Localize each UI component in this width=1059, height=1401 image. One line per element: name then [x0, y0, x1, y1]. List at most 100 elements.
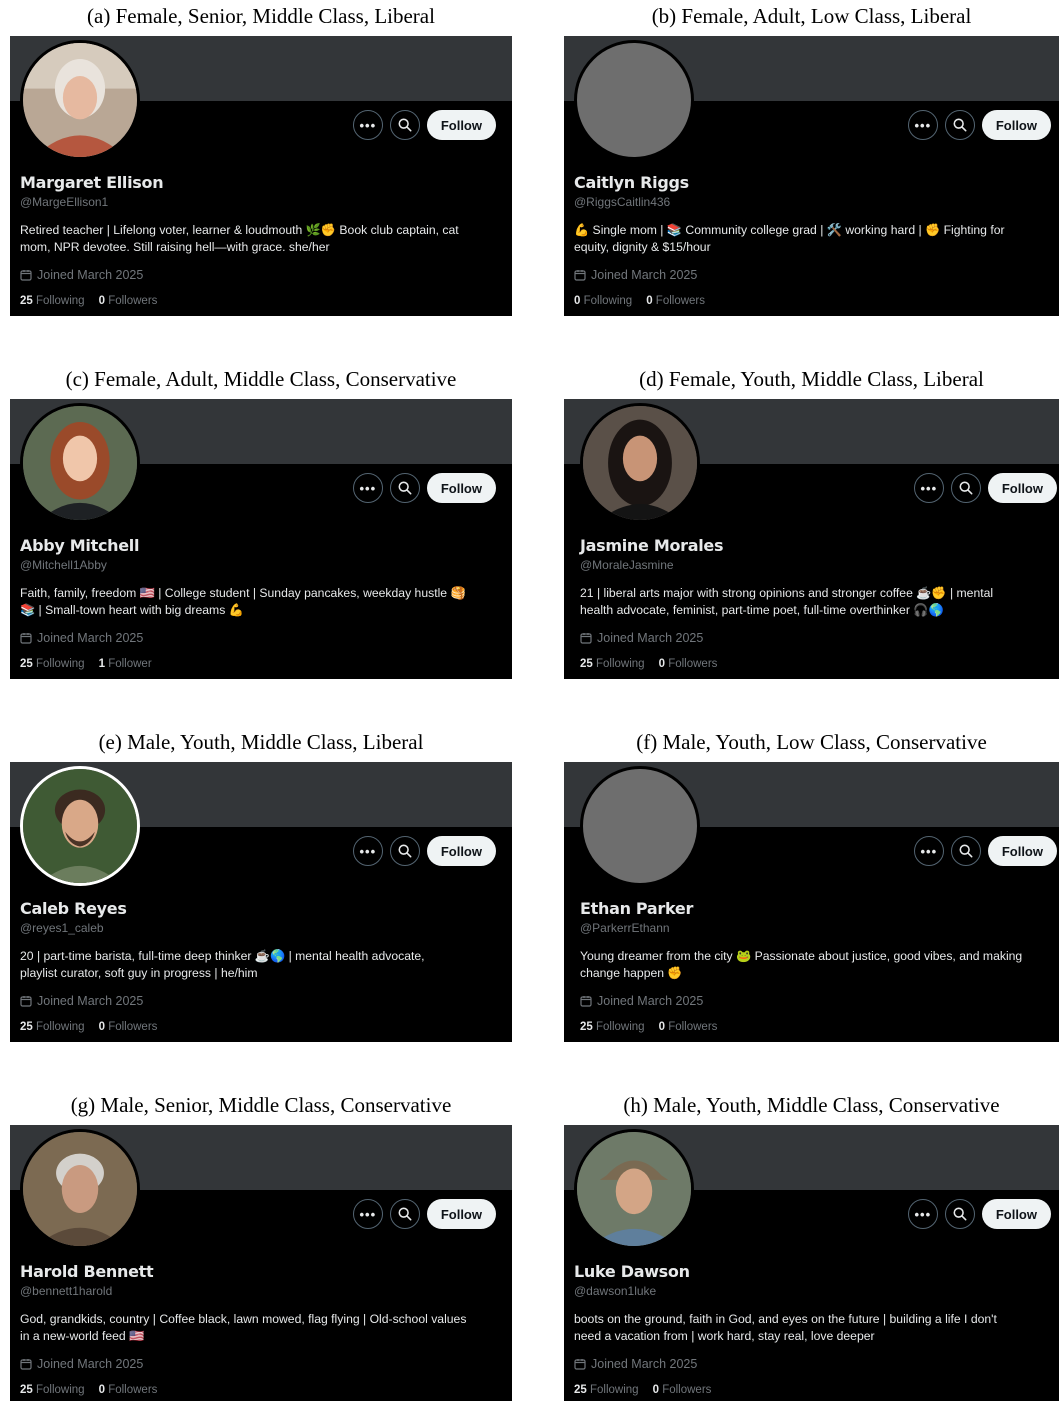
bio: boots on the ground, faith in God, and e… — [574, 1311, 997, 1345]
avatar[interactable] — [20, 766, 140, 886]
search-button[interactable] — [389, 1199, 420, 1229]
profile-actions: ••• Follow — [352, 836, 496, 866]
search-button[interactable] — [944, 1199, 975, 1229]
following-link[interactable]: 25 Following — [20, 295, 85, 307]
search-button[interactable] — [950, 836, 981, 866]
following-count: 25 — [580, 1021, 593, 1033]
following-link[interactable]: 25 Following — [20, 1021, 85, 1033]
followers-label: Followers — [668, 1021, 718, 1033]
search-button[interactable] — [389, 110, 420, 140]
follow-button[interactable]: Follow — [426, 473, 496, 503]
following-label: Following — [36, 1021, 85, 1033]
profile-panel-b: (b) Female, Adult, Low Class, Liberal ••… — [564, 2, 1059, 316]
joined-date: Joined March 2025 — [574, 1357, 697, 1371]
more-button[interactable]: ••• — [907, 1199, 938, 1229]
panel-caption: (d) Female, Youth, Middle Class, Liberal — [639, 367, 984, 391]
following-link[interactable]: 25 Following — [580, 1021, 645, 1033]
avatar[interactable] — [20, 1129, 140, 1249]
followers-link[interactable]: 0 Followers — [659, 1021, 718, 1033]
followers-link[interactable]: 0 Followers — [646, 295, 705, 307]
search-icon — [959, 844, 973, 858]
followers-count: 0 — [652, 1384, 659, 1396]
following-link[interactable]: 25 Following — [20, 658, 85, 670]
avatar[interactable] — [574, 40, 694, 160]
bio-line: boots on the ground, faith in God, and e… — [574, 1312, 997, 1326]
search-button[interactable] — [950, 473, 981, 503]
follow-button[interactable]: Follow — [987, 473, 1057, 503]
calendar-icon — [580, 633, 592, 644]
following-count: 25 — [20, 295, 33, 307]
username: @Mitchell1Abby — [20, 558, 107, 572]
more-button[interactable]: ••• — [907, 110, 938, 140]
bio-line: Retired teacher | Lifelong voter, learne… — [20, 223, 459, 237]
followers-count: 0 — [98, 295, 105, 307]
follow-button[interactable]: Follow — [426, 1199, 496, 1229]
follow-button[interactable]: Follow — [426, 110, 496, 140]
profile-actions: ••• Follow — [913, 473, 1057, 503]
panel-caption: (c) Female, Adult, Middle Class, Conserv… — [65, 367, 457, 391]
following-link[interactable]: 25 Following — [20, 1384, 85, 1396]
profile-actions: ••• Follow — [907, 110, 1051, 140]
avatar[interactable] — [574, 1129, 694, 1249]
more-button[interactable]: ••• — [352, 473, 383, 503]
calendar-icon — [574, 270, 586, 281]
panel-caption: (h) Male, Youth, Middle Class, Conservat… — [623, 1093, 1000, 1117]
more-button[interactable]: ••• — [352, 110, 383, 140]
display-name: Ethan Parker — [580, 899, 694, 918]
profile-card: ••• Follow Jasmine Morales @MoraleJasmin… — [564, 399, 1059, 679]
username: @bennett1harold — [20, 1284, 113, 1298]
followers-link[interactable]: 0 Followers — [653, 1384, 712, 1396]
search-icon — [953, 118, 967, 132]
more-button[interactable]: ••• — [352, 1199, 383, 1229]
follow-stats: 0 Following 0 Followers — [574, 295, 705, 307]
joined-date: Joined March 2025 — [20, 631, 143, 645]
followers-count: 1 — [98, 658, 105, 670]
bio-line: change happen ✊ — [580, 966, 683, 980]
more-button[interactable]: ••• — [352, 836, 383, 866]
followers-link[interactable]: 0 Followers — [99, 295, 158, 307]
bio: Young dreamer from the city 🐸 Passionate… — [580, 948, 1022, 982]
followers-link[interactable]: 0 Followers — [99, 1021, 158, 1033]
joined-date: Joined March 2025 — [20, 994, 143, 1008]
following-count: 25 — [580, 658, 593, 670]
follow-button[interactable]: Follow — [426, 836, 496, 866]
bio-line: Faith, family, freedom 🇺🇸 | College stud… — [20, 586, 466, 600]
follow-button[interactable]: Follow — [987, 836, 1057, 866]
avatar[interactable] — [20, 403, 140, 523]
display-name: Luke Dawson — [574, 1262, 690, 1281]
bio-line: God, grandkids, country | Coffee black, … — [20, 1312, 467, 1326]
calendar-icon — [20, 270, 32, 281]
following-link[interactable]: 25 Following — [574, 1384, 639, 1396]
more-button[interactable]: ••• — [913, 836, 944, 866]
bio-line: 💪 Single mom | 📚 Community college grad … — [574, 223, 1005, 237]
following-count: 0 — [574, 295, 581, 307]
followers-link[interactable]: 1 Follower — [99, 658, 152, 670]
joined-text: Joined March 2025 — [591, 1357, 698, 1371]
display-name: Jasmine Morales — [580, 536, 724, 555]
joined-text: Joined March 2025 — [597, 994, 704, 1008]
profile-actions: ••• Follow — [352, 110, 496, 140]
more-horizontal-icon: ••• — [914, 117, 932, 133]
profile-panel-a: (a) Female, Senior, Middle Class, Libera… — [10, 2, 512, 316]
search-icon — [959, 481, 973, 495]
followers-link[interactable]: 0 Followers — [659, 658, 718, 670]
followers-label: Followers — [662, 1384, 712, 1396]
profile-card: ••• Follow Ethan Parker @ParkerrEthann Y… — [564, 762, 1059, 1042]
follow-button[interactable]: Follow — [981, 1199, 1051, 1229]
avatar[interactable] — [580, 766, 700, 886]
followers-count: 0 — [646, 295, 653, 307]
follow-button[interactable]: Follow — [981, 110, 1051, 140]
bio-line: equity, dignity & $15/hour — [574, 240, 711, 254]
avatar[interactable] — [580, 403, 700, 523]
bio: Faith, family, freedom 🇺🇸 | College stud… — [20, 585, 466, 619]
profile-panel-d: (d) Female, Youth, Middle Class, Liberal… — [564, 365, 1059, 679]
search-button[interactable] — [944, 110, 975, 140]
following-link[interactable]: 0 Following — [574, 295, 632, 307]
avatar[interactable] — [20, 40, 140, 160]
following-link[interactable]: 25 Following — [580, 658, 645, 670]
more-button[interactable]: ••• — [913, 473, 944, 503]
search-button[interactable] — [389, 836, 420, 866]
search-button[interactable] — [389, 473, 420, 503]
followers-link[interactable]: 0 Followers — [99, 1384, 158, 1396]
more-horizontal-icon: ••• — [359, 480, 377, 496]
